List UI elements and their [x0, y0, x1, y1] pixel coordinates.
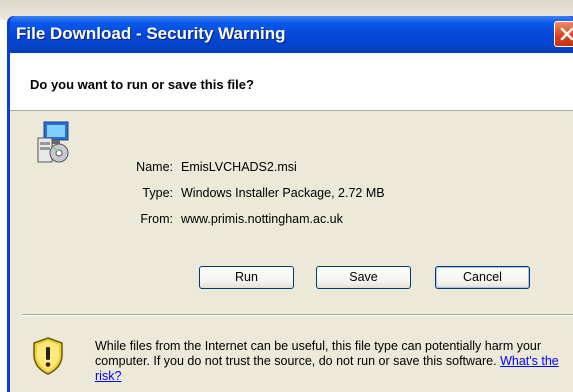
divider: [22, 314, 573, 316]
warning-message: While files from the Internet can be use…: [95, 339, 565, 384]
run-button[interactable]: Run: [199, 266, 294, 289]
file-source-value: www.primis.nottingham.ac.uk: [181, 212, 343, 226]
file-source-label: From:: [140, 212, 173, 226]
file-type-value: Windows Installer Package, 2.72 MB: [181, 186, 385, 200]
security-shield-icon: [31, 336, 65, 381]
question-text: Do you want to run or save this file?: [30, 77, 254, 92]
close-button[interactable]: [554, 21, 573, 47]
screen: File Download - Security Warning Do you …: [0, 0, 573, 392]
file-type-label: Type:: [142, 186, 173, 200]
question-header: Do you want to run or save this file?: [10, 53, 573, 111]
dialog-body: Do you want to run or save this file? Na…: [10, 53, 573, 392]
file-download-dialog: File Download - Security Warning Do you …: [7, 16, 573, 392]
file-name-value: EmisLVCHADS2.msi: [181, 160, 297, 174]
file-name-label: Name:: [136, 160, 173, 174]
close-icon: [560, 27, 573, 41]
save-button[interactable]: Save: [316, 266, 411, 289]
cancel-button[interactable]: Cancel: [435, 266, 530, 289]
title-bar[interactable]: File Download - Security Warning: [10, 16, 573, 53]
warning-text: While files from the Internet can be use…: [95, 339, 542, 368]
installer-file-icon: [34, 120, 74, 169]
dialog-title: File Download - Security Warning: [16, 24, 286, 43]
